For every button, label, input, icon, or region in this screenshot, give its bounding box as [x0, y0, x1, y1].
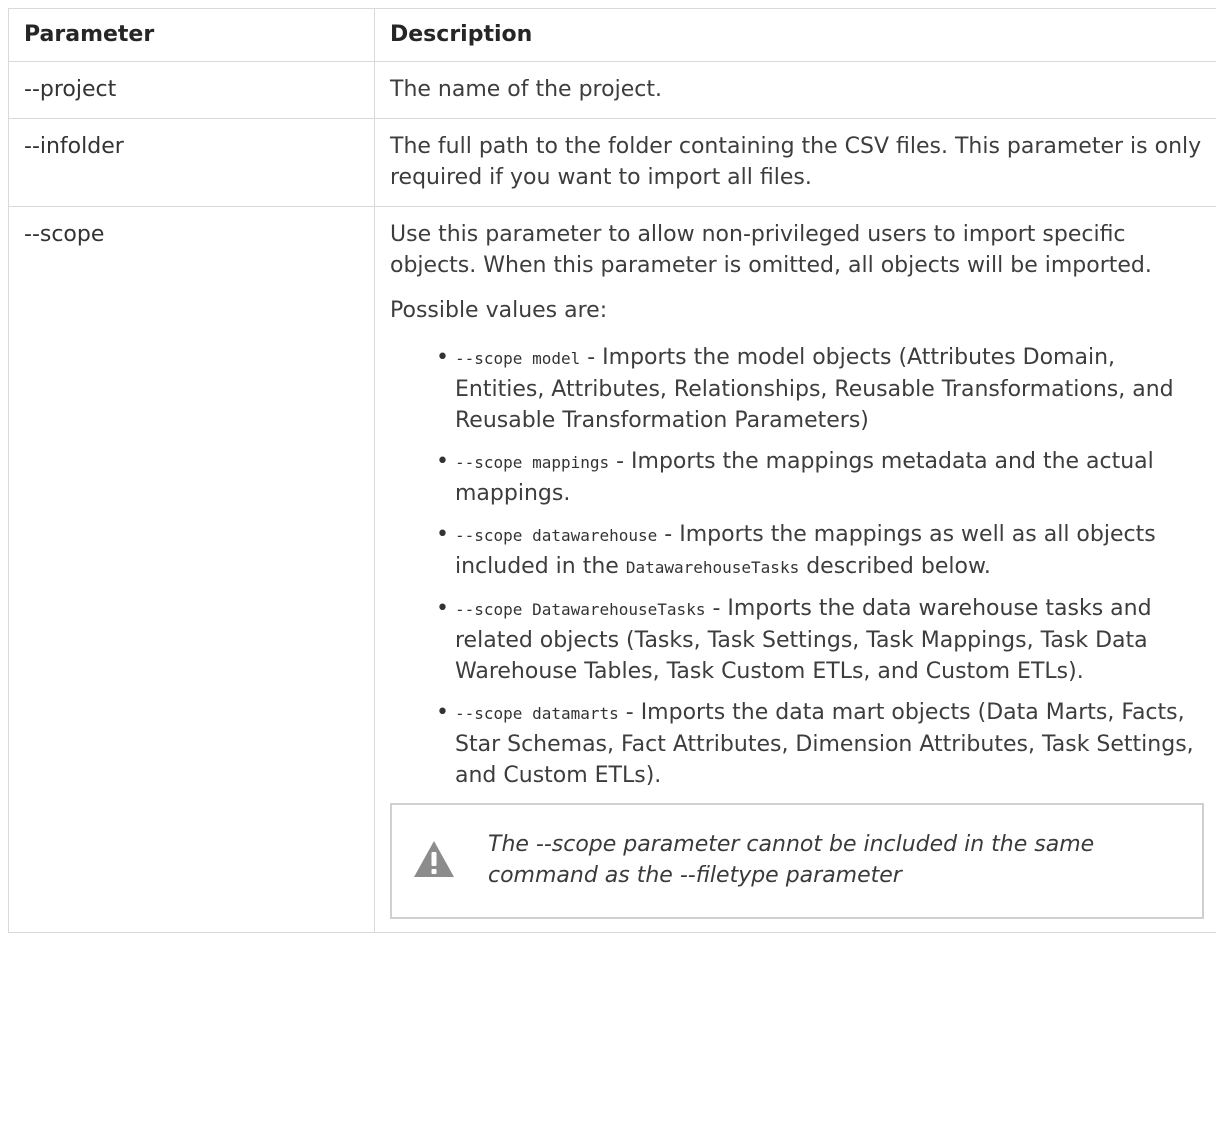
- possible-values-label: Possible values are:: [390, 298, 608, 323]
- description-cell: Use this parameter to allow non-privileg…: [374, 206, 1216, 933]
- inline-code: --scope datamarts: [455, 704, 619, 723]
- description-cell: The name of the project.: [374, 61, 1216, 119]
- scope-intro: Use this parameter to allow non-privileg…: [390, 222, 1152, 278]
- table-row: --project The name of the project.: [8, 61, 1216, 119]
- warning-text: The --scope parameter cannot be included…: [488, 832, 1095, 888]
- header-parameter: Parameter: [8, 8, 375, 62]
- inline-code: --scope model: [455, 349, 581, 368]
- inline-code: --scope datawarehouse: [455, 526, 658, 545]
- inline-code: --scope mappings: [455, 453, 610, 472]
- header-description: Description: [374, 8, 1216, 62]
- list-item-text: described below.: [799, 554, 991, 579]
- parameter-cell: --infolder: [8, 118, 375, 207]
- list-item: • --scope model - Imports the model objec…: [390, 342, 1204, 436]
- bullet-icon: •: [436, 596, 449, 621]
- bullet-icon: •: [436, 345, 449, 370]
- scope-values-list: • --scope model - Imports the model objec…: [390, 342, 1204, 791]
- table-row: --scope Use this parameter to allow non-…: [8, 206, 1216, 933]
- bullet-icon: •: [436, 449, 449, 474]
- inline-code: DatawarehouseTasks: [625, 558, 800, 577]
- parameter-cell: --project: [8, 61, 375, 119]
- list-item: • --scope datawarehouse - Imports the map…: [390, 519, 1204, 583]
- warning-note: The --scope parameter cannot be included…: [390, 803, 1204, 919]
- bullet-icon: •: [436, 700, 449, 725]
- parameter-cell: --scope: [8, 206, 375, 933]
- description-cell: The full path to the folder containing t…: [374, 118, 1216, 207]
- list-item: • --scope datamarts - Imports the data ma…: [390, 697, 1204, 791]
- parameters-table: Parameter Description --project The name…: [8, 8, 1216, 933]
- list-item: • --scope mappings - Imports the mappings…: [390, 446, 1204, 509]
- warning-icon: [414, 841, 454, 877]
- inline-code: --scope DatawarehouseTasks: [455, 600, 706, 619]
- list-item: • --scope DatawarehouseTasks - Imports th…: [390, 593, 1204, 687]
- table-header-row: Parameter Description: [8, 8, 1216, 62]
- bullet-icon: •: [436, 522, 449, 547]
- table-row: --infolder The full path to the folder c…: [8, 118, 1216, 207]
